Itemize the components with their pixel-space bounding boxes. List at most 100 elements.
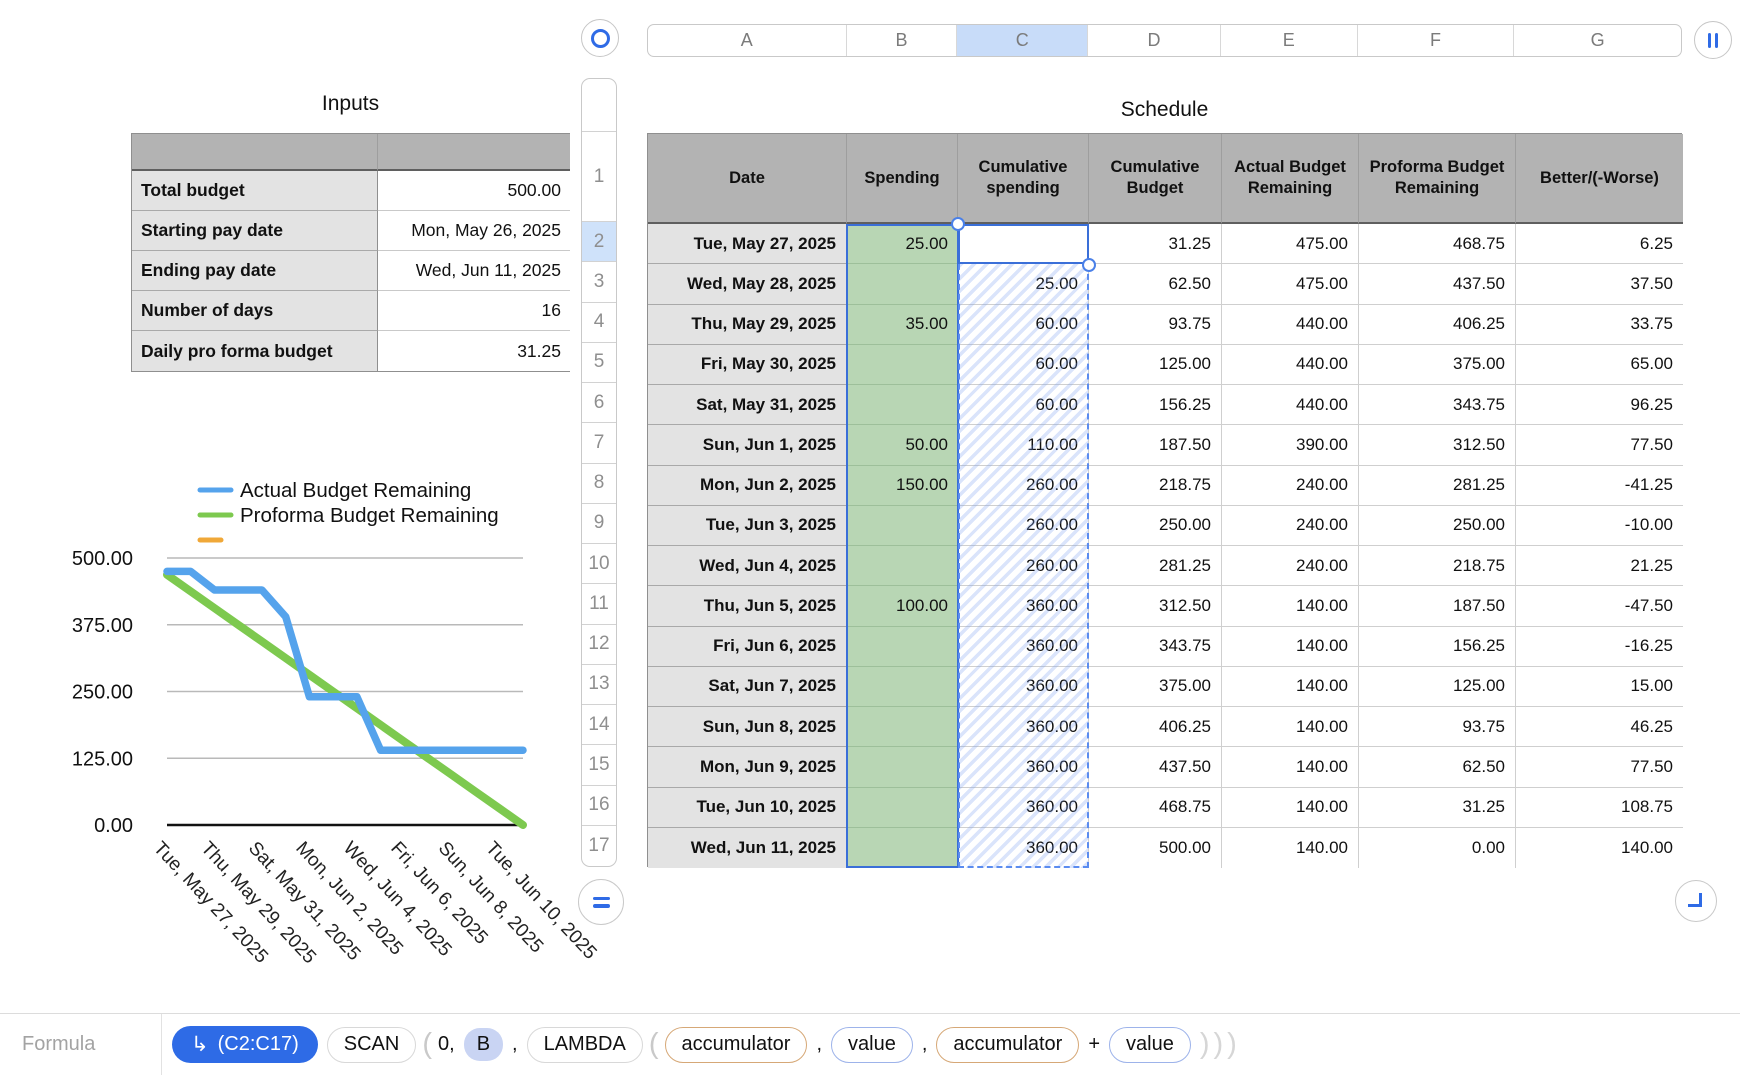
- schedule-cell-spending[interactable]: 150.00: [847, 465, 958, 506]
- schedule-cell-spending[interactable]: [847, 344, 958, 385]
- inputs-row-label[interactable]: Total budget: [132, 171, 378, 211]
- schedule-cell-date[interactable]: Mon, Jun 2, 2025: [648, 465, 847, 506]
- schedule-cell-actual_budget_remaining[interactable]: 240.00: [1222, 546, 1359, 587]
- row-header-6[interactable]: 6: [582, 383, 616, 424]
- row-header-7[interactable]: 7: [582, 423, 616, 464]
- schedule-cell-better_worse[interactable]: 46.25: [1516, 707, 1683, 748]
- column-header-B[interactable]: B: [847, 25, 958, 56]
- schedule-table[interactable]: Date Spending Cumulative spending Cumulativ…: [647, 133, 1683, 868]
- schedule-cell-actual_budget_remaining[interactable]: 475.00: [1222, 264, 1359, 305]
- schedule-cell-cumulative_spending[interactable]: 60.00: [958, 304, 1089, 345]
- inputs-row-label[interactable]: Daily pro forma budget: [132, 331, 378, 371]
- schedule-column-header[interactable]: Proforma Budget Remaining: [1359, 134, 1516, 224]
- schedule-cell-date[interactable]: Tue, Jun 10, 2025: [648, 787, 847, 828]
- schedule-cell-better_worse[interactable]: 108.75: [1516, 787, 1683, 828]
- schedule-cell-proforma_budget_remaining[interactable]: 250.00: [1359, 505, 1516, 546]
- row-header-5[interactable]: 5: [582, 343, 616, 383]
- schedule-cell-better_worse[interactable]: 21.25: [1516, 546, 1683, 587]
- formula-token-param[interactable]: accumulator: [664, 1026, 808, 1063]
- schedule-cell-proforma_budget_remaining[interactable]: 281.25: [1359, 465, 1516, 506]
- schedule-cell-spending[interactable]: [847, 787, 958, 828]
- schedule-cell-cumulative_spending[interactable]: 260.00: [958, 465, 1089, 506]
- schedule-cell-better_worse[interactable]: -47.50: [1516, 586, 1683, 627]
- schedule-column-header[interactable]: Spending: [847, 134, 958, 224]
- schedule-cell-date[interactable]: Fri, May 30, 2025: [648, 344, 847, 385]
- inputs-header-cell[interactable]: [132, 134, 378, 171]
- schedule-cell-spending[interactable]: [847, 626, 958, 667]
- schedule-cell-cumulative_budget[interactable]: 125.00: [1089, 344, 1222, 385]
- schedule-cell-proforma_budget_remaining[interactable]: 218.75: [1359, 546, 1516, 587]
- column-header-C[interactable]: C: [957, 25, 1089, 56]
- schedule-column-header[interactable]: Cumulative Budget: [1089, 134, 1222, 224]
- schedule-cell-cumulative_budget[interactable]: 93.75: [1089, 304, 1222, 345]
- schedule-cell-spending[interactable]: [847, 505, 958, 546]
- schedule-cell-date[interactable]: Sat, Jun 7, 2025: [648, 666, 847, 707]
- formula-token-param[interactable]: accumulator: [936, 1026, 1080, 1063]
- schedule-cell-better_worse[interactable]: 33.75: [1516, 304, 1683, 345]
- schedule-column-header[interactable]: Better/(-Worse): [1516, 134, 1683, 224]
- schedule-cell-better_worse[interactable]: -10.00: [1516, 505, 1683, 546]
- formula-token-plain[interactable]: ,: [512, 1033, 518, 1056]
- schedule-cell-date[interactable]: Thu, May 29, 2025: [648, 304, 847, 345]
- schedule-cell-spending[interactable]: 35.00: [847, 304, 958, 345]
- schedule-cell-proforma_budget_remaining[interactable]: 31.25: [1359, 787, 1516, 828]
- select-all-table-button[interactable]: [581, 19, 619, 57]
- schedule-cell-actual_budget_remaining[interactable]: 240.00: [1222, 465, 1359, 506]
- schedule-column-header[interactable]: Cumulative spending: [958, 134, 1089, 224]
- inputs-row-value[interactable]: Mon, May 26, 2025: [378, 211, 570, 251]
- schedule-cell-date[interactable]: Wed, May 28, 2025: [648, 264, 847, 305]
- column-header-G[interactable]: G: [1514, 25, 1681, 56]
- schedule-cell-spending[interactable]: [847, 827, 958, 868]
- schedule-cell-spending[interactable]: 50.00: [847, 425, 958, 466]
- inputs-row-value[interactable]: 16: [378, 291, 570, 331]
- schedule-cell-proforma_budget_remaining[interactable]: 187.50: [1359, 586, 1516, 627]
- add-column-handle-button[interactable]: [1694, 21, 1732, 59]
- schedule-cell-spending[interactable]: [847, 747, 958, 788]
- schedule-cell-cumulative_budget[interactable]: 343.75: [1089, 626, 1222, 667]
- formula-token-plain[interactable]: ,: [922, 1033, 928, 1056]
- row-header-3[interactable]: 3: [582, 262, 616, 303]
- schedule-cell-cumulative_budget[interactable]: 62.50: [1089, 264, 1222, 305]
- schedule-cell-cumulative_spending[interactable]: 25.00: [958, 264, 1089, 305]
- schedule-cell-date[interactable]: Wed, Jun 11, 2025: [648, 827, 847, 868]
- inputs-header-cell[interactable]: [378, 134, 570, 171]
- formula-token-range[interactable]: ↳ (C2:C17): [172, 1026, 318, 1063]
- column-header-F[interactable]: F: [1358, 25, 1515, 56]
- schedule-cell-actual_budget_remaining[interactable]: 140.00: [1222, 707, 1359, 748]
- schedule-cell-date[interactable]: Sun, Jun 1, 2025: [648, 425, 847, 466]
- schedule-cell-proforma_budget_remaining[interactable]: 62.50: [1359, 747, 1516, 788]
- schedule-cell-cumulative_spending[interactable]: 60.00: [958, 385, 1089, 426]
- schedule-cell-date[interactable]: Sun, Jun 8, 2025: [648, 707, 847, 748]
- schedule-cell-cumulative_spending[interactable]: 360.00: [958, 586, 1089, 627]
- schedule-cell-proforma_budget_remaining[interactable]: 343.75: [1359, 385, 1516, 426]
- formula-token-value[interactable]: value: [1109, 1026, 1191, 1063]
- schedule-cell-cumulative_budget[interactable]: 312.50: [1089, 586, 1222, 627]
- schedule-cell-date[interactable]: Tue, Jun 3, 2025: [648, 505, 847, 546]
- inputs-row-value[interactable]: 31.25: [378, 331, 570, 371]
- schedule-cell-spending[interactable]: 100.00: [847, 586, 958, 627]
- formula-token-plain[interactable]: ,: [816, 1033, 822, 1056]
- schedule-cell-proforma_budget_remaining[interactable]: 375.00: [1359, 344, 1516, 385]
- schedule-cell-cumulative_spending[interactable]: 360.00: [958, 666, 1089, 707]
- schedule-cell-proforma_budget_remaining[interactable]: 0.00: [1359, 827, 1516, 868]
- schedule-cell-actual_budget_remaining[interactable]: 140.00: [1222, 827, 1359, 868]
- schedule-cell-date[interactable]: Fri, Jun 6, 2025: [648, 626, 847, 667]
- inputs-row-value[interactable]: 500.00: [378, 171, 570, 211]
- schedule-cell-better_worse[interactable]: -41.25: [1516, 465, 1683, 506]
- schedule-cell-proforma_budget_remaining[interactable]: 93.75: [1359, 707, 1516, 748]
- formula-token-plain[interactable]: 0,: [438, 1033, 455, 1056]
- inputs-row-label[interactable]: Number of days: [132, 291, 378, 331]
- formula-token-value[interactable]: value: [831, 1026, 913, 1063]
- formula-token-func[interactable]: SCAN: [326, 1026, 417, 1063]
- schedule-cell-better_worse[interactable]: 140.00: [1516, 827, 1683, 868]
- schedule-cell-actual_budget_remaining[interactable]: 140.00: [1222, 586, 1359, 627]
- schedule-cell-cumulative_spending[interactable]: 360.00: [958, 787, 1089, 828]
- schedule-cell-proforma_budget_remaining[interactable]: 468.75: [1359, 224, 1516, 265]
- schedule-cell-cumulative_spending[interactable]: 360.00: [958, 707, 1089, 748]
- schedule-cell-proforma_budget_remaining[interactable]: 406.25: [1359, 304, 1516, 345]
- schedule-cell-proforma_budget_remaining[interactable]: 125.00: [1359, 666, 1516, 707]
- schedule-cell-proforma_budget_remaining[interactable]: 156.25: [1359, 626, 1516, 667]
- schedule-cell-cumulative_spending[interactable]: 360.00: [958, 626, 1089, 667]
- formula-token-func[interactable]: LAMBDA: [526, 1026, 643, 1063]
- schedule-cell-spending[interactable]: 25.00: [847, 224, 958, 265]
